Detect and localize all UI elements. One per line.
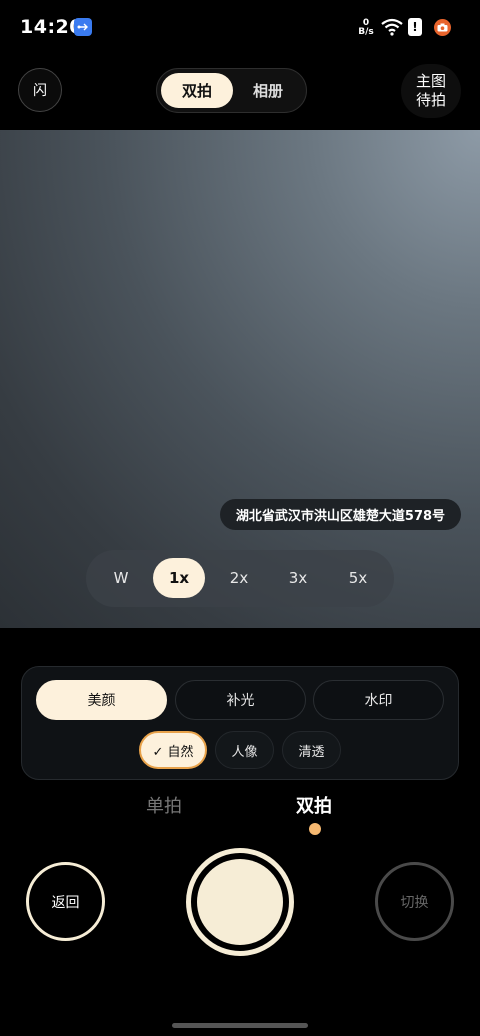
camera-notification-icon <box>434 19 451 36</box>
net-speed-indicator: 0 B/s <box>357 19 375 37</box>
style-chip-clear[interactable]: 清透 <box>282 731 341 769</box>
effect-panel: 美颜 补光 水印 ✓ 自然 人像 清透 <box>21 666 459 780</box>
net-speed-unit: B/s <box>358 27 374 37</box>
camera-viewfinder[interactable]: 湖北省武汉市洪山区雄楚大道578号 W 1x 2x 3x 5x <box>0 130 480 628</box>
tab-beauty[interactable]: 美颜 <box>36 680 167 720</box>
location-label: 湖北省武汉市洪山区雄楚大道578号 <box>220 499 461 530</box>
wifi-icon <box>380 18 404 40</box>
tab-dual-shot[interactable]: 双拍 <box>161 73 233 108</box>
tab-album[interactable]: 相册 <box>233 73 303 108</box>
tab-fill-light[interactable]: 补光 <box>175 680 306 720</box>
zoom-option-1x[interactable]: 1x <box>153 558 205 598</box>
standby-label-line1: 主图 <box>415 72 446 90</box>
zoom-option-2x[interactable]: 2x <box>213 558 265 598</box>
zoom-option-w[interactable]: W <box>95 558 147 598</box>
status-bar: 14:20 0 B/s ! <box>0 0 480 56</box>
zoom-option-3x[interactable]: 3x <box>272 558 324 598</box>
home-indicator[interactable] <box>172 1023 308 1028</box>
shutter-inner <box>197 859 283 945</box>
style-chip-portrait[interactable]: 人像 <box>215 731 274 769</box>
shutter-button[interactable] <box>186 848 294 956</box>
switch-camera-button[interactable]: 切换 <box>375 862 454 941</box>
standby-label-line2: 待拍 <box>415 91 446 109</box>
active-mode-indicator <box>309 823 321 835</box>
main-image-standby-button[interactable]: 主图 待拍 <box>401 64 461 118</box>
usb-icon <box>74 18 92 36</box>
zoom-selector: W 1x 2x 3x 5x <box>86 550 394 607</box>
mode-single-shot[interactable]: 单拍 <box>146 792 182 818</box>
style-chip-natural[interactable]: ✓ 自然 <box>139 731 207 769</box>
alert-icon: ! <box>408 18 422 36</box>
back-button[interactable]: 返回 <box>26 862 105 941</box>
tab-watermark[interactable]: 水印 <box>313 680 444 720</box>
mode-dual-shot[interactable]: 双拍 <box>296 792 332 818</box>
top-mode-switch: 双拍 相册 <box>156 68 307 113</box>
zoom-option-5x[interactable]: 5x <box>332 558 384 598</box>
flash-button[interactable]: 闪 <box>18 68 62 112</box>
